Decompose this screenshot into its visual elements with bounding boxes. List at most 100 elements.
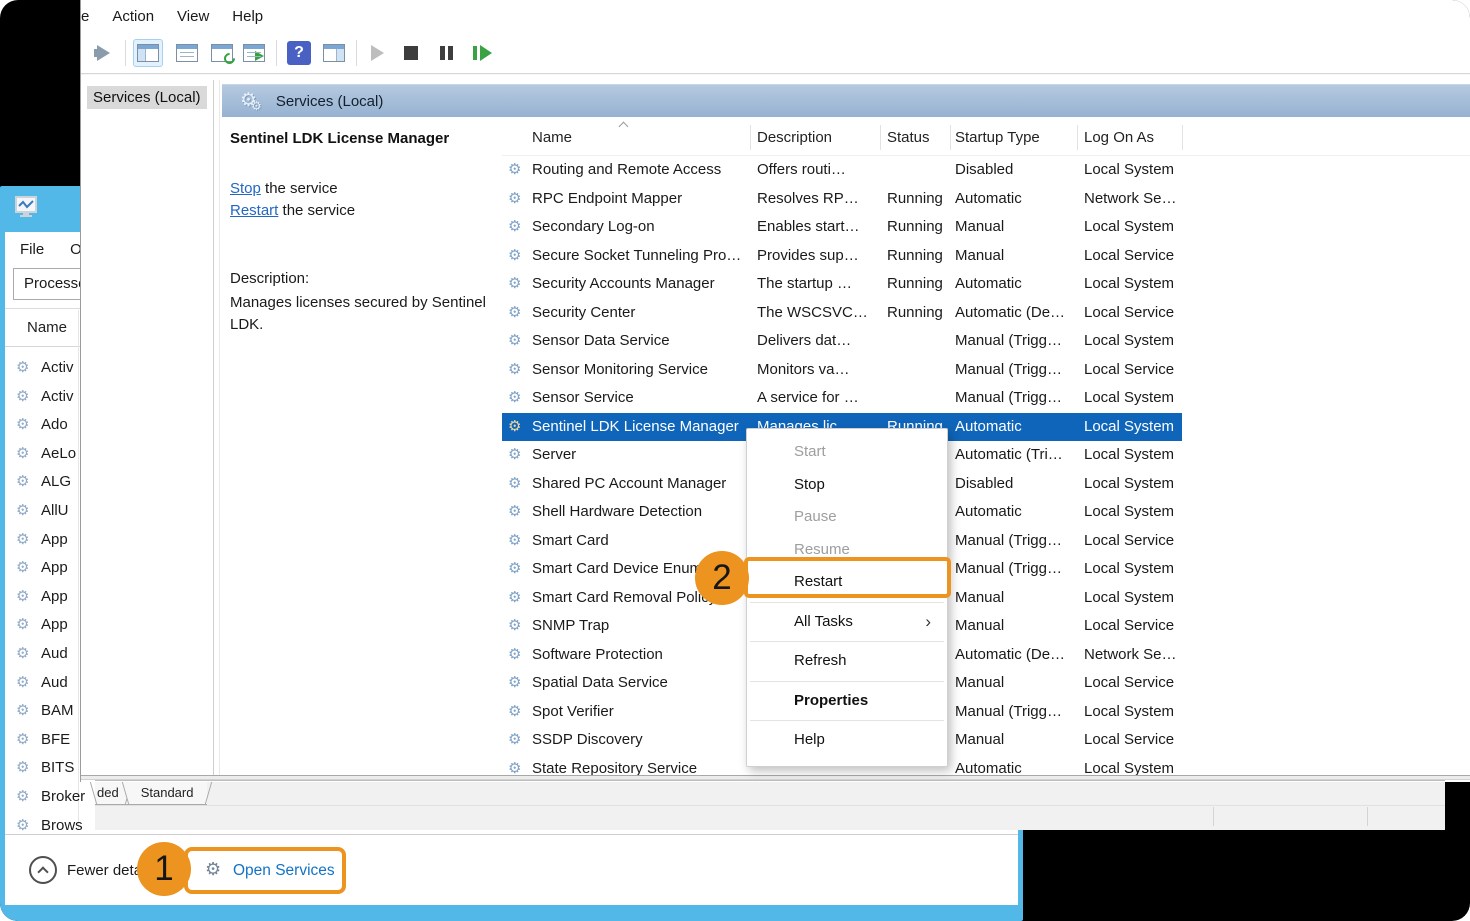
- table-row[interactable]: Spot Verifier Manual (Trigg… Local Syste…: [502, 698, 1470, 727]
- table-row[interactable]: Secure Socket Tunneling Pro… Provides su…: [502, 242, 1470, 271]
- table-row[interactable]: Sensor Monitoring Service Monitors va… M…: [502, 356, 1470, 385]
- table-row[interactable]: Shared PC Account Manager Disabled Local…: [502, 470, 1470, 499]
- cell-log-on-as: Local System: [1084, 470, 1180, 499]
- column-divider[interactable]: [950, 125, 951, 150]
- cell-log-on-as: Local Service: [1084, 356, 1180, 385]
- services-list-header: Name Description Status Startup Type Log…: [502, 120, 1470, 156]
- table-row[interactable]: Secondary Log-on Enables start… Running …: [502, 213, 1470, 242]
- column-divider[interactable]: [1182, 125, 1183, 150]
- column-header-description[interactable]: Description: [757, 120, 832, 156]
- cell-startup-type: Manual: [955, 726, 1074, 755]
- stop-service-button[interactable]: [396, 39, 426, 67]
- table-row[interactable]: Smart Card Removal Policy Manual Local S…: [502, 584, 1470, 613]
- column-header-logon[interactable]: Log On As: [1084, 120, 1154, 156]
- context-menu-entry[interactable]: Help: [747, 724, 947, 757]
- service-gear-icon: [508, 275, 521, 293]
- service-name-fragment: Activ: [41, 354, 74, 383]
- column-divider[interactable]: [880, 125, 881, 150]
- menu-item[interactable]: Action: [112, 8, 154, 25]
- pause-service-button[interactable]: [431, 39, 461, 67]
- properties-dialog-button[interactable]: [172, 39, 202, 67]
- column-header-name[interactable]: Name: [27, 310, 67, 346]
- tree-item-services-local[interactable]: Services (Local): [87, 86, 207, 109]
- cell-name: Shared PC Account Manager: [532, 470, 746, 499]
- menu-item-label: Pause: [794, 508, 837, 525]
- context-menu-entry[interactable]: Pause: [747, 501, 947, 534]
- stop-service-link[interactable]: Stop: [230, 180, 261, 197]
- table-row[interactable]: Security Center The WSCSVC… Running Auto…: [502, 299, 1470, 328]
- cell-startup-type: Manual (Trigg…: [955, 698, 1074, 727]
- column-header-startup[interactable]: Startup Type: [955, 120, 1040, 156]
- table-row[interactable]: State Repository Service Automatic Local…: [502, 755, 1470, 776]
- cell-name: Security Accounts Manager: [532, 270, 746, 299]
- start-service-button[interactable]: [364, 39, 394, 67]
- context-menu-entry[interactable]: Stop: [747, 469, 947, 502]
- table-row[interactable]: Sentinel LDK License Manager Manages lic…: [502, 413, 1470, 442]
- context-menu-entry[interactable]: Refresh: [747, 645, 947, 678]
- table-row[interactable]: Security Accounts Manager The startup … …: [502, 270, 1470, 299]
- table-row[interactable]: SSDP Discovery Manual Local Service: [502, 726, 1470, 755]
- context-menu-entry[interactable]: All Tasks ›: [747, 606, 947, 639]
- service-gear-icon: [508, 361, 521, 379]
- context-menu-entry[interactable]: [747, 602, 947, 603]
- services-list-rows: Routing and Remote Access Offers routi… …: [502, 156, 1470, 775]
- table-row[interactable]: Sensor Data Service Delivers dat… Manual…: [502, 327, 1470, 356]
- cell-name: Secure Socket Tunneling Pro…: [532, 242, 746, 271]
- service-gear-icon: [508, 418, 521, 436]
- export-list-button[interactable]: [239, 39, 269, 67]
- show-console-tree-button[interactable]: [133, 39, 163, 67]
- column-header-name[interactable]: Name: [532, 120, 572, 156]
- menu-separator: [750, 602, 944, 603]
- table-row[interactable]: Spatial Data Service Manual Local Servic…: [502, 669, 1470, 698]
- context-menu-entry[interactable]: [747, 720, 947, 721]
- menu-item[interactable]: e: [81, 8, 89, 25]
- cell-startup-type: Manual (Trigg…: [955, 356, 1074, 385]
- cell-name: SNMP Trap: [532, 612, 746, 641]
- table-row[interactable]: SNMP Trap Manual Local Service: [502, 612, 1470, 641]
- help-button[interactable]: [284, 39, 314, 67]
- service-gear-icon: [16, 674, 29, 692]
- table-row[interactable]: Server Automatic (Tri… Local System: [502, 441, 1470, 470]
- show-action-pane-button[interactable]: [319, 39, 349, 67]
- cell-name: Spot Verifier: [532, 698, 746, 727]
- service-gear-icon: [508, 674, 521, 692]
- cell-log-on-as: Local System: [1084, 213, 1180, 242]
- menu-item[interactable]: Help: [232, 8, 263, 25]
- context-menu-entry[interactable]: Start: [747, 436, 947, 469]
- view-tab[interactable]: Standard: [127, 782, 208, 805]
- menu-item[interactable]: View: [177, 8, 209, 25]
- restart-service-button[interactable]: [466, 39, 500, 67]
- cell-startup-type: Automatic: [955, 185, 1074, 214]
- column-divider[interactable]: [1077, 125, 1078, 150]
- status-bar-divider: [95, 805, 1445, 806]
- service-gear-icon: [508, 218, 521, 236]
- context-menu-entry[interactable]: Properties: [747, 685, 947, 718]
- service-gear-icon: [508, 703, 521, 721]
- fewer-details-chevron-icon[interactable]: [29, 856, 57, 884]
- cell-startup-type: Manual: [955, 669, 1074, 698]
- table-row[interactable]: Smart Card Device Enum Manual (Trigg… Lo…: [502, 555, 1470, 584]
- menu-item[interactable]: File: [20, 241, 44, 258]
- cell-startup-type: Automatic: [955, 413, 1074, 442]
- table-row[interactable]: RPC Endpoint Mapper Resolves RP… Running…: [502, 185, 1470, 214]
- service-gear-icon: [508, 161, 521, 179]
- table-row[interactable]: Sensor Service A service for … Manual (T…: [502, 384, 1470, 413]
- service-name-fragment: App: [41, 611, 68, 640]
- refresh-button[interactable]: [207, 39, 237, 67]
- results-header: Services (Local): [222, 84, 1470, 117]
- column-header-status[interactable]: Status: [887, 120, 930, 156]
- stop-service-line: Stop the service: [230, 180, 338, 197]
- table-row[interactable]: Routing and Remote Access Offers routi… …: [502, 156, 1470, 185]
- table-row[interactable]: Shell Hardware Detection Automatic Local…: [502, 498, 1470, 527]
- service-gear-icon: [16, 731, 29, 749]
- cell-startup-type: Manual: [955, 213, 1074, 242]
- table-row[interactable]: Smart Card Manual (Trigg… Local Service: [502, 527, 1470, 556]
- context-menu-entry[interactable]: [747, 681, 947, 682]
- cell-startup-type: Manual (Trigg…: [955, 527, 1074, 556]
- table-row[interactable]: Software Protection Automatic (De… Netwo…: [502, 641, 1470, 670]
- column-divider[interactable]: [750, 125, 751, 150]
- restart-service-link[interactable]: Restart: [230, 202, 278, 219]
- context-menu-entry[interactable]: [747, 641, 947, 642]
- step-1-badge: 1: [137, 842, 191, 896]
- forward-arrow-icon[interactable]: [88, 39, 118, 67]
